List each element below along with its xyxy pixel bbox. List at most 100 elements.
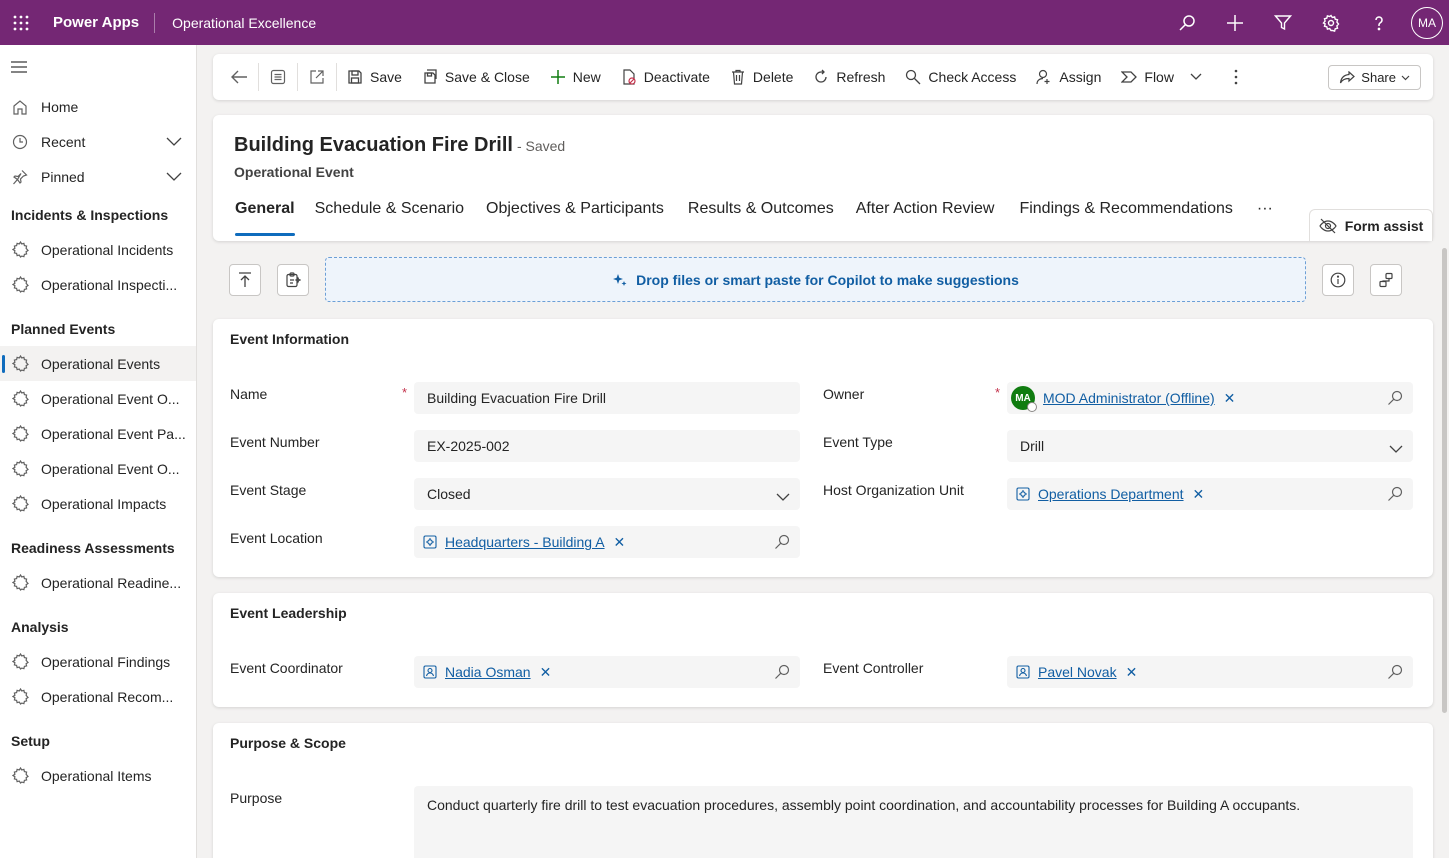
collapse-header-button[interactable] — [229, 264, 261, 296]
user-avatar[interactable]: MA — [1411, 6, 1443, 39]
event-number-field[interactable]: EX-2025-002 — [414, 430, 800, 462]
entity-gear-icon — [11, 276, 29, 294]
tab-after-action-review[interactable]: After Action Review — [856, 200, 995, 236]
app-launcher-icon[interactable] — [0, 0, 41, 45]
chevron-down-icon — [1389, 441, 1403, 457]
nav-item[interactable]: Operational Items — [0, 758, 196, 793]
purpose-value: Conduct quarterly fire drill to test eva… — [427, 797, 1301, 813]
related-button[interactable] — [1370, 264, 1402, 296]
owner-link[interactable]: MOD Administrator (Offline) — [1043, 390, 1215, 406]
entity-gear-icon — [11, 460, 29, 478]
assign-button[interactable]: Assign — [1026, 54, 1111, 100]
refresh-label: Refresh — [836, 69, 886, 85]
tab-results-outcomes[interactable]: Results & Outcomes — [688, 200, 834, 236]
copilot-dropzone[interactable]: Drop files or smart paste for Copilot to… — [325, 257, 1306, 302]
form-assist-button[interactable]: Form assist — [1309, 209, 1433, 241]
search-icon[interactable] — [1387, 390, 1403, 409]
coordinator-link[interactable]: Nadia Osman — [445, 664, 531, 680]
back-button[interactable] — [213, 54, 258, 100]
more-tabs-button[interactable]: ··· — [1257, 200, 1273, 236]
tab-findings-recommendations[interactable]: Findings & Recommendations — [1019, 200, 1232, 236]
info-button[interactable] — [1322, 264, 1354, 296]
section-event-information: Event Information Name * Building Evacua… — [213, 319, 1433, 577]
nav-item-label: Operational Readine... — [41, 574, 182, 591]
coordinator-lookup[interactable]: Nadia Osman ✕ — [414, 656, 800, 688]
nav-item[interactable]: Operational Event O... — [0, 381, 196, 416]
open-in-new-icon — [310, 70, 324, 84]
nav-item[interactable]: Operational Recom... — [0, 679, 196, 714]
nav-item-label: Operational Event O... — [41, 460, 180, 477]
event-location-lookup[interactable]: Headquarters - Building A ✕ — [414, 526, 800, 558]
chevron-down-icon[interactable] — [1190, 73, 1202, 81]
remove-icon[interactable]: ✕ — [1193, 486, 1205, 503]
help-icon[interactable] — [1355, 0, 1403, 45]
nav-recent[interactable]: Recent — [0, 124, 196, 159]
coordinator-label: Event Coordinator — [230, 660, 343, 676]
nav-item[interactable]: Operational Event Pa... — [0, 416, 196, 451]
chevron-down-icon[interactable] — [166, 134, 182, 150]
page-scrollbar[interactable] — [1442, 248, 1447, 713]
nav-item[interactable]: Operational Findings — [0, 644, 196, 679]
delete-button[interactable]: Delete — [720, 54, 803, 100]
remove-icon[interactable]: ✕ — [540, 664, 552, 681]
nav-item-label: Operational Recom... — [41, 688, 174, 705]
nav-item[interactable]: Operational Events — [0, 346, 196, 381]
entity-gear-icon — [11, 574, 29, 592]
tab-schedule-scenario[interactable]: Schedule & Scenario — [315, 200, 464, 236]
info-icon — [1330, 272, 1346, 288]
host-org-link[interactable]: Operations Department — [1038, 486, 1184, 502]
event-stage-select[interactable]: Closed — [414, 478, 800, 510]
search-icon[interactable] — [1387, 486, 1403, 505]
nav-item-label: Operational Impacts — [41, 495, 167, 512]
tab-general[interactable]: General — [235, 200, 295, 236]
name-field[interactable]: Building Evacuation Fire Drill — [414, 382, 800, 414]
nav-item[interactable]: Operational Incidents — [0, 232, 196, 267]
open-new-window-button[interactable] — [298, 54, 336, 100]
filter-icon[interactable] — [1259, 0, 1307, 45]
controller-link[interactable]: Pavel Novak — [1038, 664, 1117, 680]
controller-label: Event Controller — [823, 660, 924, 676]
nav-home[interactable]: Home — [0, 89, 196, 124]
nav-item[interactable]: Operational Readine... — [0, 565, 196, 600]
event-location-link[interactable]: Headquarters - Building A — [445, 534, 605, 550]
refresh-button[interactable]: Refresh — [803, 54, 895, 100]
remove-icon[interactable]: ✕ — [1126, 664, 1138, 681]
remove-icon[interactable]: ✕ — [1224, 390, 1236, 407]
owner-lookup[interactable]: MA MOD Administrator (Offline) ✕ — [1007, 382, 1413, 414]
save-close-button[interactable]: Save & Close — [412, 54, 540, 100]
host-org-lookup[interactable]: Operations Department ✕ — [1007, 478, 1413, 510]
search-icon[interactable] — [1163, 0, 1211, 45]
check-access-button[interactable]: Check Access — [895, 54, 1026, 100]
delete-label: Delete — [752, 69, 794, 85]
search-icon[interactable] — [774, 534, 790, 553]
more-commands-button[interactable] — [1212, 54, 1254, 100]
purpose-textarea[interactable]: Conduct quarterly fire drill to test eva… — [414, 786, 1413, 858]
search-icon[interactable] — [774, 664, 790, 683]
check-access-label: Check Access — [928, 69, 1017, 85]
share-button[interactable]: Share — [1328, 65, 1421, 90]
chevron-down-icon[interactable] — [166, 169, 182, 185]
nav-item[interactable]: Operational Inspecti... — [0, 267, 196, 302]
search-icon[interactable] — [1387, 664, 1403, 683]
event-type-select[interactable]: Drill — [1007, 430, 1413, 462]
nav-item[interactable]: Operational Impacts — [0, 486, 196, 521]
section-title: Purpose & Scope — [230, 735, 346, 751]
app-name[interactable]: Power Apps — [41, 12, 156, 33]
environment-name[interactable]: Operational Excellence — [155, 15, 316, 31]
settings-icon[interactable] — [1307, 0, 1355, 45]
flow-button[interactable]: Flow — [1111, 54, 1212, 100]
save-button[interactable]: Save — [337, 54, 412, 100]
record-set-button[interactable] — [259, 54, 297, 100]
nav-item[interactable]: Operational Event O... — [0, 451, 196, 486]
deactivate-button[interactable]: Deactivate — [611, 54, 720, 100]
save-status: - Saved — [516, 138, 566, 154]
section-event-leadership: Event Leadership Event Coordinator Nadia… — [213, 593, 1433, 707]
hamburger-menu-icon[interactable] — [0, 45, 196, 89]
controller-lookup[interactable]: Pavel Novak ✕ — [1007, 656, 1413, 688]
smart-paste-button[interactable] — [277, 264, 309, 296]
new-button[interactable]: New — [540, 54, 611, 100]
nav-pinned[interactable]: Pinned — [0, 159, 196, 194]
remove-icon[interactable]: ✕ — [614, 534, 626, 551]
tab-objectives-participants[interactable]: Objectives & Participants — [486, 200, 664, 236]
plus-icon[interactable] — [1211, 0, 1259, 45]
